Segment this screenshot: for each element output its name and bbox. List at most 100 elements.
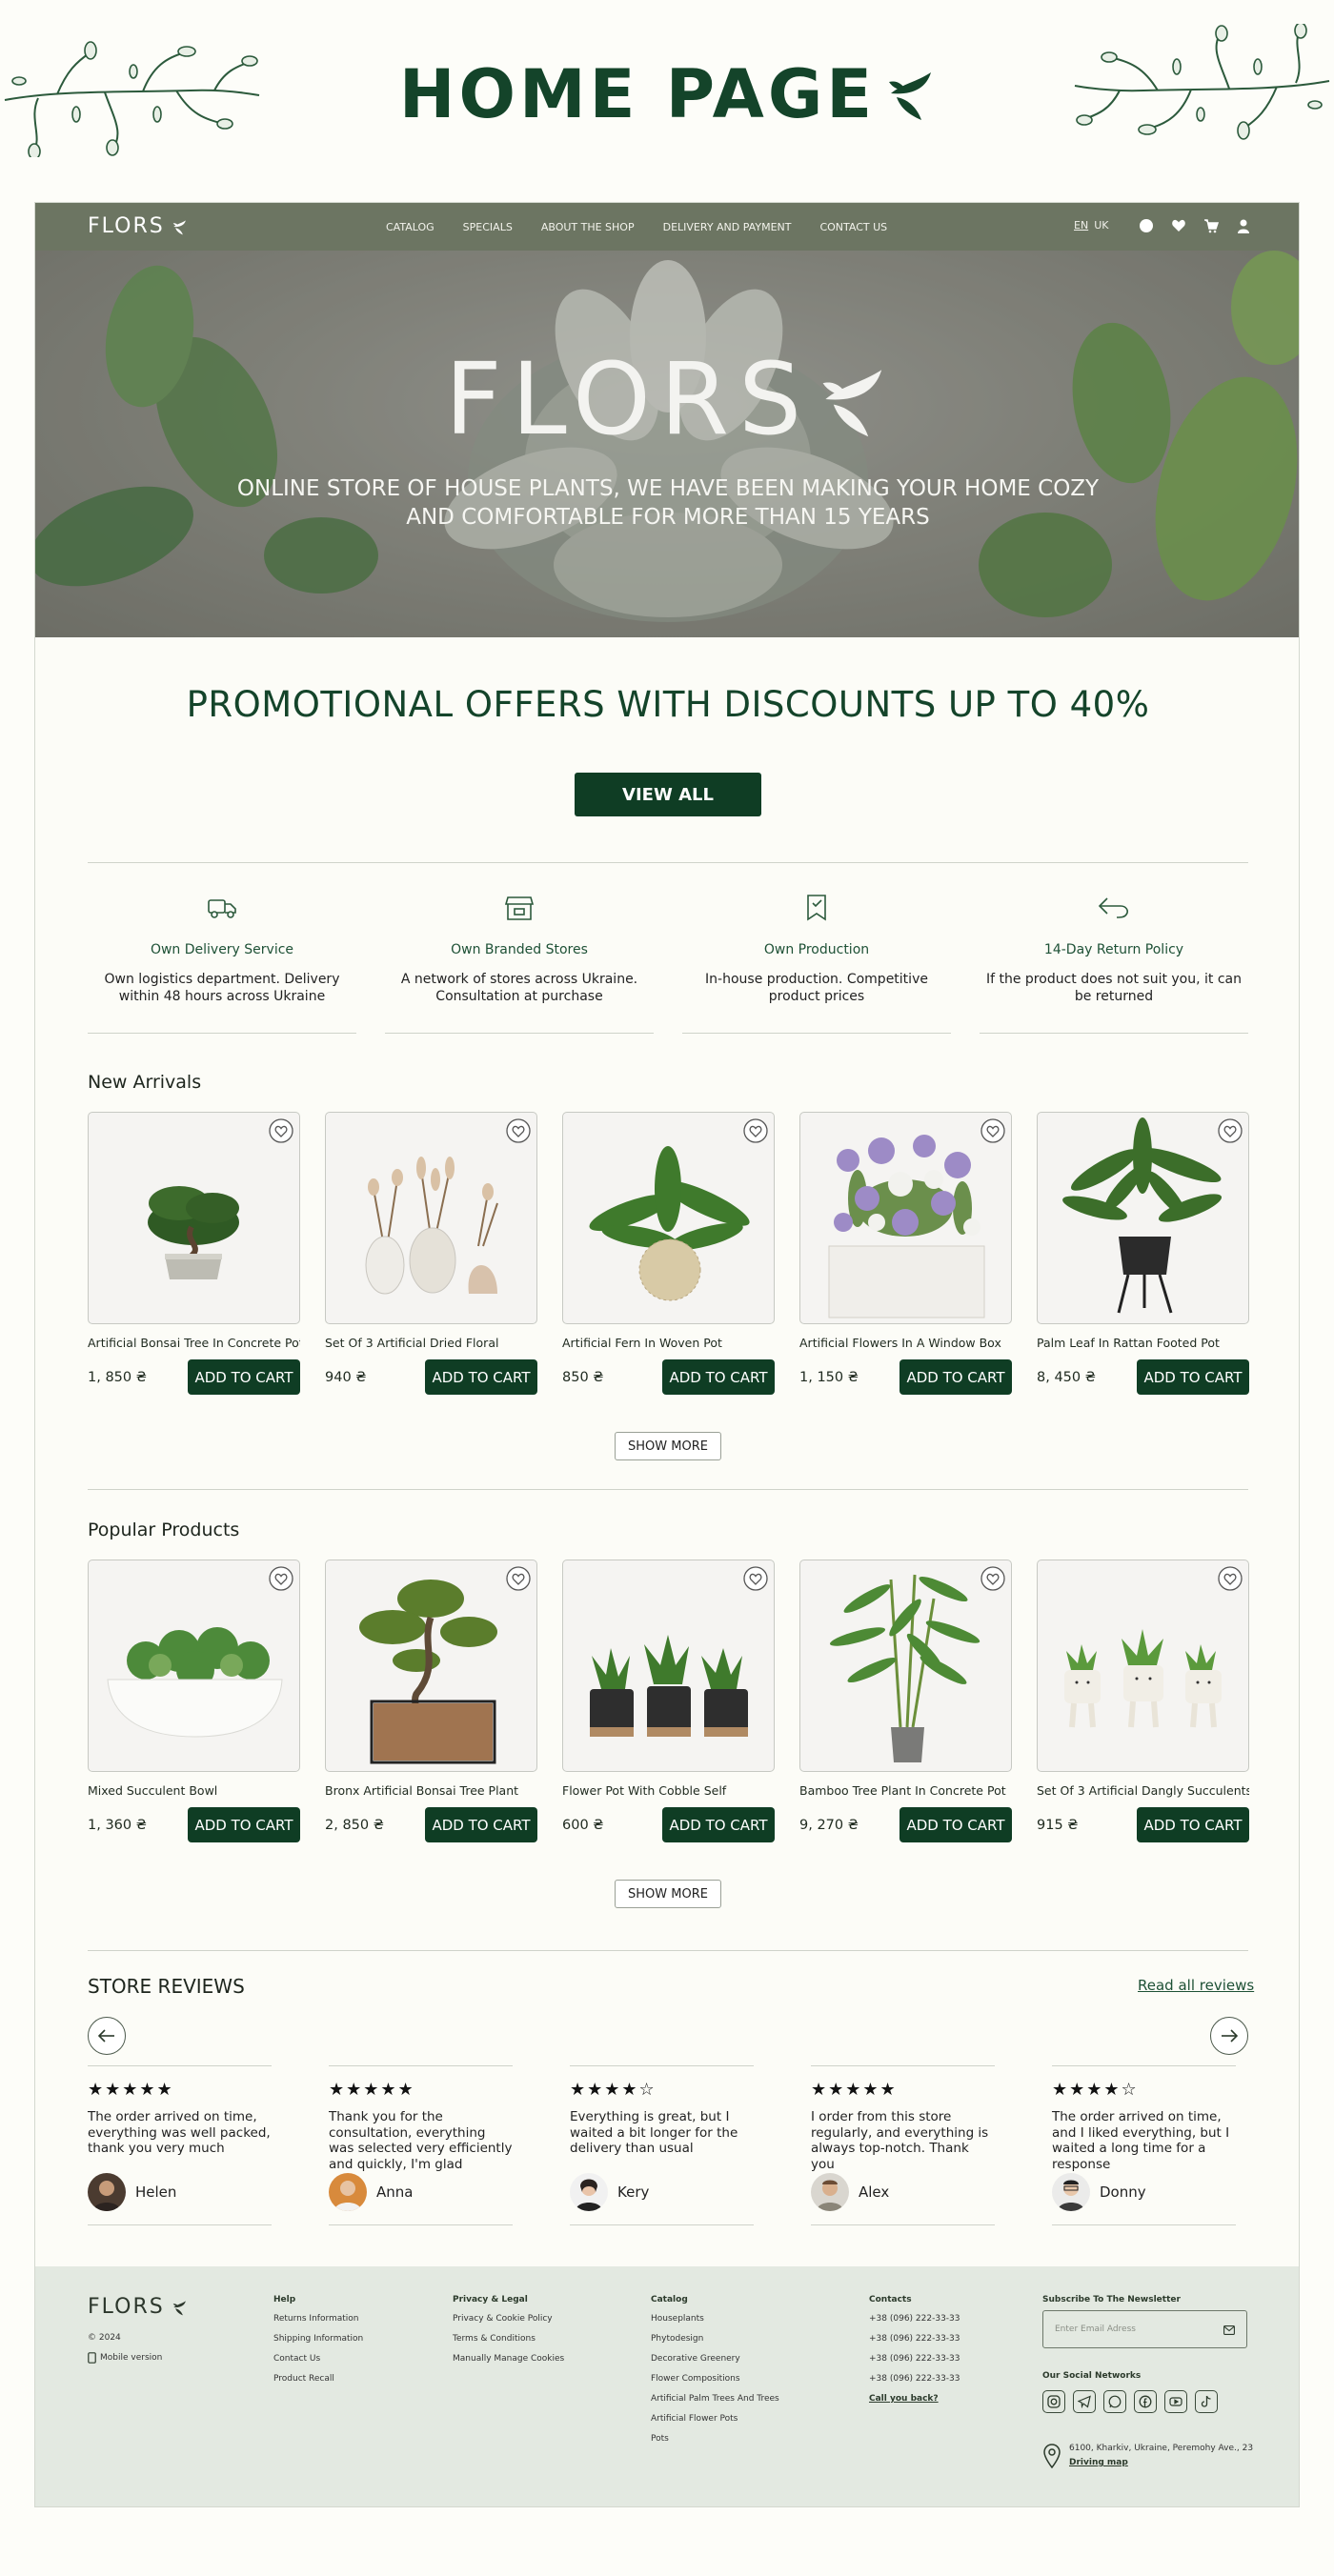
nav-about[interactable]: ABOUT THE SHOP xyxy=(541,221,635,233)
product-card[interactable]: Mixed Succulent Bowl 1, 360 ₴ ADD TO CART xyxy=(88,1560,300,1842)
product-name[interactable]: Artificial Fern In Woven Pot xyxy=(562,1336,775,1350)
read-all-reviews-link[interactable]: Read all reviews xyxy=(1138,1977,1254,1994)
add-to-cart-button[interactable]: ADD TO CART xyxy=(188,1807,300,1842)
heart-icon[interactable] xyxy=(1170,217,1187,234)
product-image[interactable] xyxy=(1037,1560,1249,1772)
product-card[interactable]: Bronx Artificial Bonsai Tree Plant 2, 85… xyxy=(325,1560,537,1842)
instagram-icon[interactable] xyxy=(1042,2390,1065,2413)
reviewer-name: Alex xyxy=(859,2184,890,2201)
phone-number[interactable]: +38 (096) 222-33-33 xyxy=(869,2354,960,2364)
add-to-cart-button[interactable]: ADD TO CART xyxy=(425,1807,537,1842)
add-to-cart-button[interactable]: ADD TO CART xyxy=(899,1359,1012,1395)
phone-number[interactable]: +38 (096) 222-33-33 xyxy=(869,2334,960,2344)
favorite-heart-icon[interactable] xyxy=(1218,1566,1243,1595)
mobile-version-link[interactable]: Mobile version xyxy=(88,2352,162,2364)
phone-number[interactable]: +38 (096) 222-33-33 xyxy=(869,2314,960,2324)
show-more-button[interactable]: SHOW MORE xyxy=(615,1880,721,1908)
tiktok-icon[interactable] xyxy=(1195,2390,1218,2413)
footer-link[interactable]: Artificial Flower Pots xyxy=(651,2414,779,2424)
product-image[interactable] xyxy=(88,1112,300,1324)
phone-number[interactable]: +38 (096) 222-33-33 xyxy=(869,2374,960,2384)
footer-link[interactable]: Houseplants xyxy=(651,2314,779,2324)
footer-logo[interactable]: FLORS xyxy=(88,2295,188,2319)
footer-link[interactable]: Privacy & Cookie Policy xyxy=(453,2314,564,2324)
product-card[interactable]: Artificial Flowers In A Window Box 1, 15… xyxy=(799,1112,1012,1395)
product-card[interactable]: Set Of 3 Artificial Dried Floral 940 ₴ AD… xyxy=(325,1112,537,1395)
nav-delivery[interactable]: DELIVERY AND PAYMENT xyxy=(663,221,792,233)
driving-map-link[interactable]: Driving map xyxy=(1069,2458,1253,2467)
favorite-heart-icon[interactable] xyxy=(743,1118,768,1147)
favorite-heart-icon[interactable] xyxy=(980,1118,1005,1147)
call-back-link[interactable]: Call you back? xyxy=(869,2394,960,2404)
nav-specials[interactable]: SPECIALS xyxy=(463,221,513,233)
user-icon[interactable] xyxy=(1235,217,1252,234)
product-name[interactable]: Artificial Flowers In A Window Box xyxy=(799,1336,1012,1350)
show-more-button[interactable]: SHOW MORE xyxy=(615,1432,721,1460)
add-to-cart-button[interactable]: ADD TO CART xyxy=(425,1359,537,1395)
favorite-heart-icon[interactable] xyxy=(980,1566,1005,1595)
prev-arrow-button[interactable] xyxy=(88,2017,126,2055)
product-image[interactable] xyxy=(562,1560,775,1772)
product-image[interactable] xyxy=(325,1112,537,1324)
nav-catalog[interactable]: CATALOG xyxy=(386,221,435,233)
product-image[interactable] xyxy=(799,1560,1012,1772)
add-to-cart-button[interactable]: ADD TO CART xyxy=(188,1359,300,1395)
product-name[interactable]: Artificial Bonsai Tree In Concrete Pot xyxy=(88,1336,300,1350)
footer-link[interactable]: Artificial Palm Trees And Trees xyxy=(651,2394,779,2404)
cart-icon[interactable] xyxy=(1203,217,1220,234)
product-name[interactable]: Flower Pot With Cobble Self xyxy=(562,1783,775,1798)
footer-link[interactable]: Flower Compositions xyxy=(651,2374,779,2384)
footer-link[interactable]: Shipping Information xyxy=(273,2334,363,2344)
view-all-button[interactable]: VIEW ALL xyxy=(575,773,761,816)
footer-link[interactable]: Product Recall xyxy=(273,2374,363,2384)
footer-link[interactable]: Returns Information xyxy=(273,2314,363,2324)
email-input[interactable] xyxy=(1055,2324,1217,2334)
store-address: 6100, Kharkiv, Ukraine, Peremohy Ave., 2… xyxy=(1042,2444,1253,2468)
product-image[interactable] xyxy=(88,1560,300,1772)
whatsapp-icon[interactable] xyxy=(1103,2390,1126,2413)
product-image[interactable] xyxy=(562,1112,775,1324)
lang-en[interactable]: EN xyxy=(1074,219,1088,231)
product-card[interactable]: Set Of 3 Artificial Dangly Succulents 91… xyxy=(1037,1560,1249,1842)
product-card[interactable]: Artificial Fern In Woven Pot 850 ₴ ADD TO… xyxy=(562,1112,775,1395)
product-name[interactable]: Mixed Succulent Bowl xyxy=(88,1783,300,1798)
add-to-cart-button[interactable]: ADD TO CART xyxy=(662,1807,775,1842)
telegram-icon[interactable] xyxy=(1073,2390,1096,2413)
footer-link[interactable]: Phytodesign xyxy=(651,2334,779,2344)
product-card[interactable]: Palm Leaf In Rattan Footed Pot 8, 450 ₴ A… xyxy=(1037,1112,1249,1395)
footer-link[interactable]: Manually Manage Cookies xyxy=(453,2354,564,2364)
product-name[interactable]: Palm Leaf In Rattan Footed Pot xyxy=(1037,1336,1249,1350)
product-card[interactable]: Bamboo Tree Plant In Concrete Pot 9, 270… xyxy=(799,1560,1012,1842)
header-logo[interactable]: FLORS xyxy=(88,214,188,238)
favorite-heart-icon[interactable] xyxy=(506,1566,531,1595)
product-card[interactable]: Flower Pot With Cobble Self 600 ₴ ADD TO … xyxy=(562,1560,775,1842)
product-image[interactable] xyxy=(1037,1112,1249,1324)
add-to-cart-button[interactable]: ADD TO CART xyxy=(662,1359,775,1395)
facebook-icon[interactable] xyxy=(1134,2390,1157,2413)
favorite-heart-icon[interactable] xyxy=(743,1566,768,1595)
add-to-cart-button[interactable]: ADD TO CART xyxy=(1137,1359,1249,1395)
footer-link[interactable]: Decorative Greenery xyxy=(651,2354,779,2364)
product-image[interactable] xyxy=(799,1112,1012,1324)
add-to-cart-button[interactable]: ADD TO CART xyxy=(899,1807,1012,1842)
favorite-heart-icon[interactable] xyxy=(506,1118,531,1147)
product-image[interactable] xyxy=(325,1560,537,1772)
favorite-heart-icon[interactable] xyxy=(269,1566,293,1595)
search-icon[interactable] xyxy=(1138,217,1155,234)
footer-link[interactable]: Pots xyxy=(651,2434,779,2444)
footer-link[interactable]: Contact Us xyxy=(273,2354,363,2364)
lang-uk[interactable]: UK xyxy=(1094,219,1108,231)
nav-contact[interactable]: CONTACT US xyxy=(819,221,887,233)
add-to-cart-button[interactable]: ADD TO CART xyxy=(1137,1807,1249,1842)
favorite-heart-icon[interactable] xyxy=(269,1118,293,1147)
youtube-icon[interactable] xyxy=(1164,2390,1187,2413)
send-mail-icon[interactable] xyxy=(1223,2321,1235,2339)
product-name[interactable]: Bamboo Tree Plant In Concrete Pot xyxy=(799,1783,1012,1798)
product-name[interactable]: Set Of 3 Artificial Dangly Succulents xyxy=(1037,1783,1249,1798)
favorite-heart-icon[interactable] xyxy=(1218,1118,1243,1147)
footer-link[interactable]: Terms & Conditions xyxy=(453,2334,564,2344)
product-card[interactable]: Artificial Bonsai Tree In Concrete Pot 1… xyxy=(88,1112,300,1395)
next-arrow-button[interactable] xyxy=(1210,2017,1248,2055)
product-name[interactable]: Set Of 3 Artificial Dried Floral xyxy=(325,1336,537,1350)
product-name[interactable]: Bronx Artificial Bonsai Tree Plant xyxy=(325,1783,537,1798)
